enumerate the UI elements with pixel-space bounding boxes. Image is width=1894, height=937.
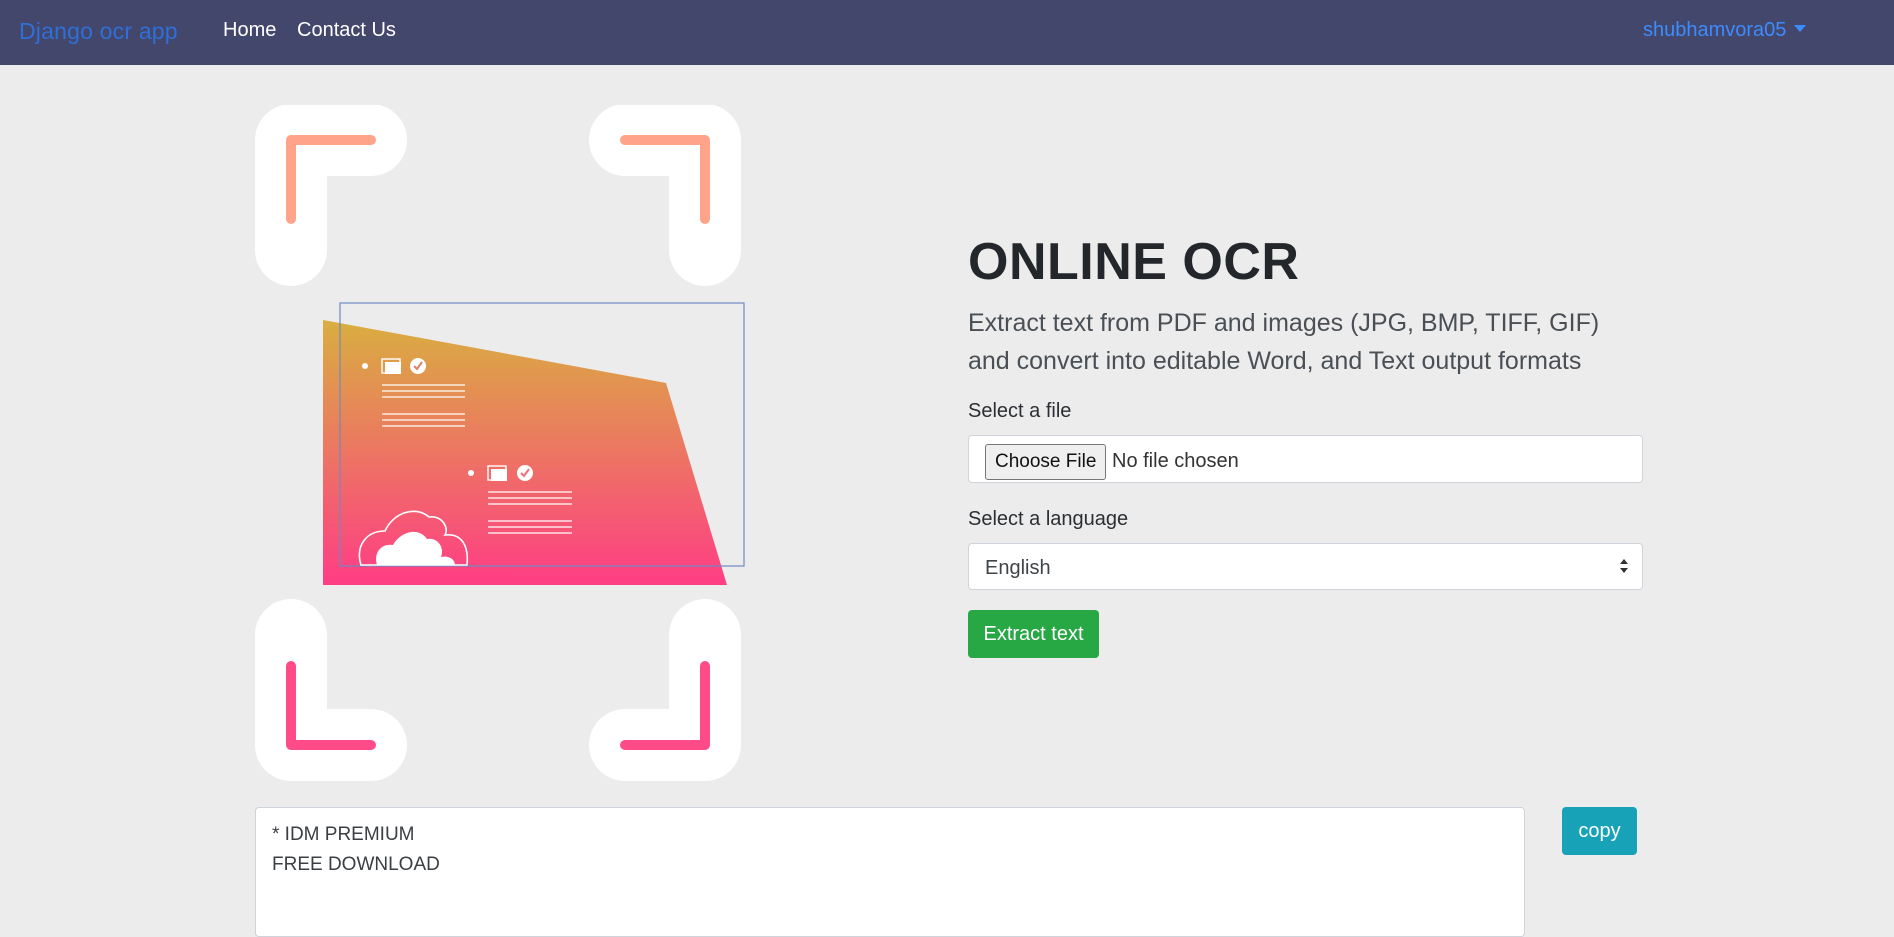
corner-bracket-bottom-left — [255, 599, 407, 781]
file-label: Select a file — [968, 400, 1072, 422]
language-label: Select a language — [968, 508, 1129, 530]
nav-contact-link[interactable]: Contact Us — [297, 19, 396, 42]
file-input[interactable]: Choose File No file chosen — [968, 435, 1643, 483]
document-shape — [323, 320, 727, 585]
caret-down-icon — [1794, 25, 1807, 32]
ocr-illustration — [255, 105, 745, 781]
brand-link[interactable]: Django ocr app — [19, 18, 178, 45]
choose-file-button[interactable]: Choose File — [985, 444, 1107, 480]
corner-bracket-top-right — [589, 105, 741, 286]
language-selected-value: English — [985, 557, 1051, 579]
page-description: Extract text from PDF and images (JPG, B… — [968, 309, 1600, 375]
extract-text-button[interactable]: Extract text — [968, 610, 1099, 658]
navbar: Django ocr app Home Contact Us shubhamvo… — [0, 0, 1894, 65]
copy-button[interactable]: copy — [1562, 807, 1637, 855]
file-status: No file chosen — [1112, 450, 1239, 472]
nav-home-link[interactable]: Home — [223, 19, 276, 42]
user-dropdown[interactable]: shubhamvora05 — [1643, 19, 1807, 42]
language-select[interactable]: English — [968, 543, 1643, 590]
page-title: ONLINE OCR — [968, 233, 1300, 291]
corner-bracket-bottom-right — [589, 599, 741, 781]
corner-bracket-top-left — [255, 105, 407, 286]
select-arrows-icon — [1620, 559, 1628, 573]
username: shubhamvora05 — [1643, 19, 1787, 41]
